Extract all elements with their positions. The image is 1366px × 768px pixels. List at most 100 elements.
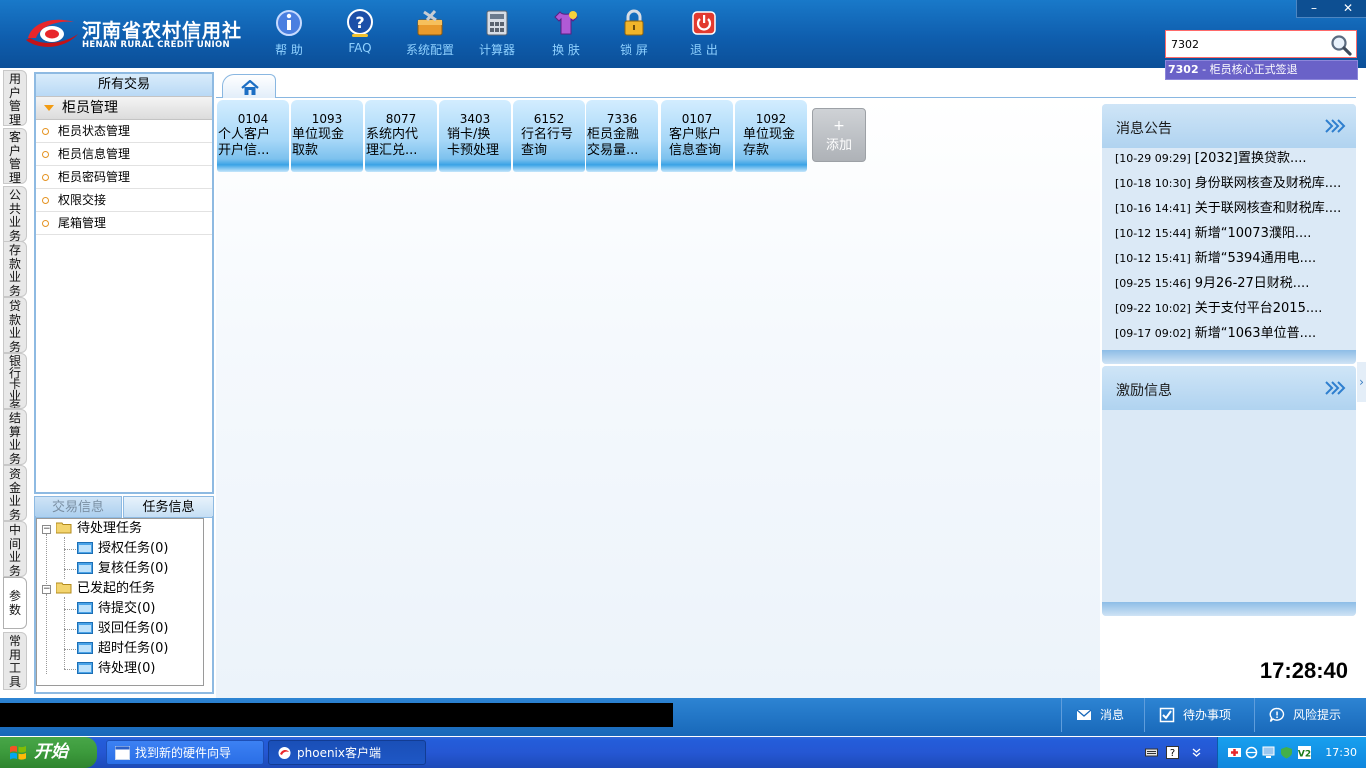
menu-item-teller-status[interactable]: 柜员状态管理 — [36, 120, 212, 143]
announcement-item[interactable]: [10-12 15:44] 新增“10073濮阳.... — [1102, 221, 1356, 246]
menu-item-teller-info[interactable]: 柜员信息管理 — [36, 143, 212, 166]
lock-screen-label: 锁 屏 — [620, 43, 648, 57]
info-tabs: 交易信息 任务信息 — [34, 496, 214, 518]
vnav-tab-parameters[interactable]: 参数 — [3, 577, 27, 629]
quick-tile-0104[interactable]: 0104 个人客户 开户信... — [217, 100, 289, 172]
risk-alert-button[interactable]: 风险提示 — [1254, 698, 1366, 732]
faq-icon: ? — [347, 9, 373, 37]
add-quick-tile-button[interactable]: + 添加 — [812, 108, 866, 162]
vertical-nav: 用户管理 客户管理 公共业务 存款业务 贷款业务 银行卡业务 结算业务 资金业务… — [0, 68, 30, 698]
quick-tile-1092[interactable]: 1092 单位现金 存款 — [735, 100, 807, 172]
v2-app-icon[interactable]: V2 — [1298, 746, 1311, 759]
vnav-tab-customer-mgmt[interactable]: 客户管理 — [3, 128, 27, 184]
announcement-item[interactable]: [10-16 14:41] 关于联网核查和财税库.... — [1102, 196, 1356, 221]
quick-tile-8077[interactable]: 8077 系统内代 理汇兑... — [365, 100, 437, 172]
announcement-item[interactable]: [10-18 10:30] 身份联网核查及财税库.... — [1102, 171, 1356, 196]
expand-tray-icon[interactable] — [1190, 746, 1203, 759]
workspace — [216, 98, 1100, 698]
monitor-icon[interactable] — [1262, 746, 1275, 759]
tree-connector — [64, 597, 65, 669]
help-button[interactable]: 帮 助 — [254, 8, 324, 60]
tab-task-info[interactable]: 任务信息 — [123, 496, 214, 518]
close-button[interactable]: ✕ — [1331, 0, 1365, 18]
vnav-tab-public-business[interactable]: 公共业务 — [3, 186, 27, 242]
announcement-item[interactable]: [10-12 15:41] 新增“5394通用电.... — [1102, 246, 1356, 271]
help-tray-icon[interactable]: ? — [1166, 746, 1179, 759]
search-icon[interactable] — [1329, 33, 1353, 57]
folder-open-icon — [56, 522, 72, 533]
vnav-tab-bank-card[interactable]: 银行卡业务 — [3, 353, 27, 409]
tree-node-initiated[interactable]: 已发起的任务 — [56, 579, 155, 599]
bullet-icon — [42, 174, 49, 181]
start-button[interactable]: 开始 — [0, 737, 97, 768]
announcement-item[interactable]: [09-22 10:02] 关于支付平台2015.... — [1102, 296, 1356, 321]
tree-node-timeout[interactable]: 超时任务(0) — [77, 639, 168, 659]
teller-mgmt-group[interactable]: 柜员管理 — [36, 96, 212, 120]
menu-item-tail-box[interactable]: 尾箱管理 — [36, 212, 212, 235]
system-clock[interactable]: 17:30 — [1325, 737, 1357, 768]
task-tree: − 待处理任务 授权任务(0) 复核任务(0) − 已发起的任务 待提交(0) … — [36, 518, 204, 686]
keyboard-icon[interactable] — [1145, 746, 1158, 759]
vnav-tab-user-mgmt[interactable]: 用户管理 — [3, 70, 27, 126]
checkbox-icon — [1159, 707, 1175, 722]
announcement-item[interactable]: [09-25 15:46] 9月26-27日财税.... — [1102, 271, 1356, 296]
vnav-tab-intermediary[interactable]: 中间业务 — [3, 521, 27, 577]
menu-item-teller-password[interactable]: 柜员密码管理 — [36, 166, 212, 189]
change-skin-button[interactable]: 换 肤 — [531, 8, 601, 60]
taskbar-item-hardware-wizard[interactable]: 找到新的硬件向导 — [106, 740, 264, 765]
logo: 河南省农村信用社 HENAN RURAL CREDIT UNION — [24, 14, 241, 54]
quick-tile-7336[interactable]: 7336 柜员金融 交易量... — [586, 100, 658, 172]
messages-button[interactable]: 消息 — [1061, 698, 1141, 732]
network-icon[interactable] — [1245, 746, 1258, 759]
vnav-tab-deposit[interactable]: 存款业务 — [3, 241, 27, 297]
tree-node-awaiting[interactable]: 待处理(0) — [77, 659, 155, 679]
menu-item-authority-handover[interactable]: 权限交接 — [36, 189, 212, 212]
todo-button[interactable]: 待办事项 — [1144, 698, 1242, 732]
collapse-toggle[interactable]: − — [42, 525, 51, 534]
task-icon — [77, 621, 93, 634]
taskbar-item-phoenix-client[interactable]: phoenix客户端 — [268, 740, 426, 765]
minimize-button[interactable]: – — [1297, 0, 1331, 18]
tree-node-pending[interactable]: 待处理任务 — [56, 519, 142, 539]
tree-node-auth-task[interactable]: 授权任务(0) — [77, 539, 168, 559]
announcement-item[interactable]: [10-29 09:29] [2032]置换贷款.... — [1102, 146, 1356, 171]
collapse-right-panel-button[interactable]: › — [1357, 362, 1366, 402]
folder-open-icon — [56, 582, 72, 593]
system-tray: V2 17:30 — [1217, 737, 1366, 768]
tshirt-icon — [554, 11, 578, 35]
svg-text:?: ? — [355, 13, 364, 32]
exit-button[interactable]: 退 出 — [669, 8, 739, 60]
announcements-title: 消息公告 — [1116, 121, 1172, 137]
tab-trade-info[interactable]: 交易信息 — [34, 496, 122, 518]
transaction-search — [1165, 30, 1357, 58]
system-config-button[interactable]: 系统配置 — [395, 8, 465, 60]
collapse-toggle[interactable]: − — [42, 585, 51, 594]
tab-home[interactable] — [222, 74, 276, 98]
quick-tile-0107[interactable]: 0107 客户账户 信息查询 — [661, 100, 733, 172]
vnav-tab-loan[interactable]: 贷款业务 — [3, 297, 27, 353]
announcement-item[interactable]: [09-17 09:02] 新增“1063单位普.... — [1102, 321, 1356, 346]
calculator-button[interactable]: 计算器 — [462, 8, 532, 60]
faq-button[interactable]: ? FAQ — [325, 8, 395, 60]
task-icon — [77, 601, 93, 614]
bullet-icon — [42, 220, 49, 227]
incentive-panel: 激励信息 — [1102, 366, 1356, 616]
svg-text:?: ? — [1170, 748, 1175, 759]
more-chevrons-icon[interactable] — [1324, 380, 1346, 396]
tree-node-to-submit[interactable]: 待提交(0) — [77, 599, 155, 619]
security-shield-icon[interactable] — [1280, 746, 1293, 759]
search-input[interactable] — [1168, 34, 1328, 54]
lock-screen-button[interactable]: 锁 屏 — [599, 8, 669, 60]
clock-time: 17:28:40 — [1259, 658, 1348, 683]
antivirus-icon[interactable] — [1228, 746, 1241, 759]
vnav-tab-settlement[interactable]: 结算业务 — [3, 409, 27, 465]
quick-tile-3403[interactable]: 3403 销卡/换 卡预处理 — [439, 100, 511, 172]
more-chevrons-icon[interactable] — [1324, 118, 1346, 134]
app-header: 河南省农村信用社 HENAN RURAL CREDIT UNION 帮 助 ? … — [0, 0, 1366, 68]
quick-tile-1093[interactable]: 1093 单位现金 取款 — [291, 100, 363, 172]
tree-node-rejected[interactable]: 驳回任务(0) — [77, 619, 168, 639]
vnav-tab-funds[interactable]: 资金业务 — [3, 465, 27, 521]
tree-node-review-task[interactable]: 复核任务(0) — [77, 559, 168, 579]
quick-tile-6152[interactable]: 6152 行名行号 查询 — [513, 100, 585, 172]
vnav-tab-common-tools[interactable]: 常用工具 — [3, 632, 27, 690]
